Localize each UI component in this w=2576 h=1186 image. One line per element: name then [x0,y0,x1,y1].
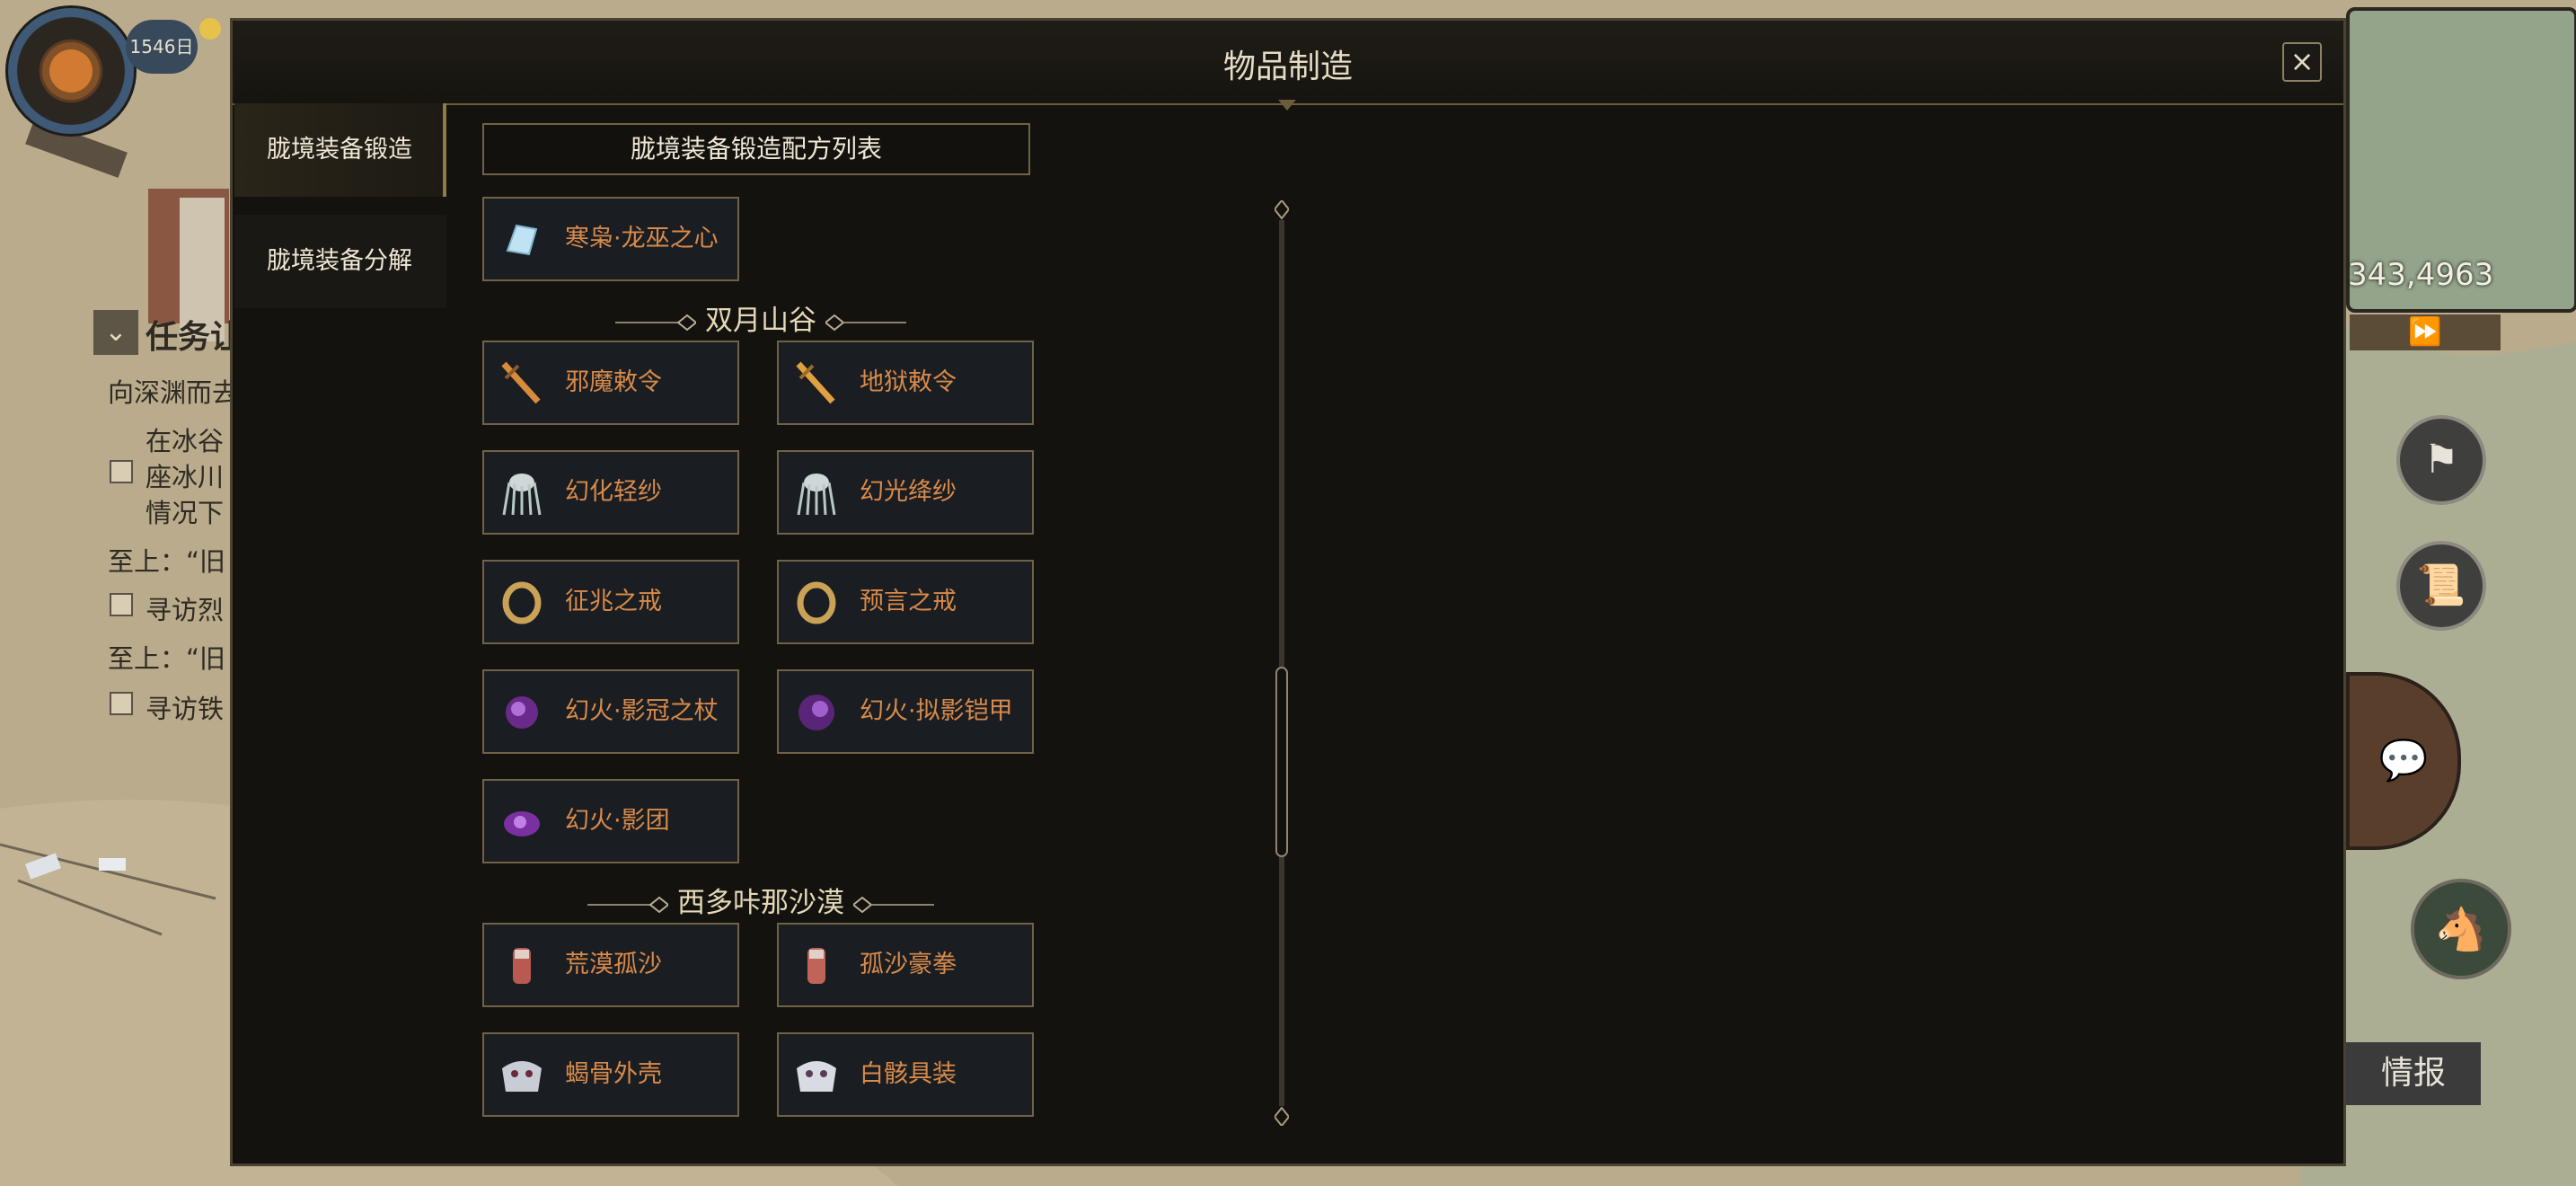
recipe-scrollbar[interactable] [1275,200,1289,1126]
purple-flame-icon [791,687,842,738]
recipe-item[interactable]: 幻化轻纱 [482,450,739,535]
recipe-label: 蝎骨外壳 [565,1060,662,1088]
divider-ornament-icon [851,889,934,921]
quest-line: 至上：“旧 [108,546,226,577]
armor-icon [791,1050,842,1101]
recipe-item[interactable]: 孤沙豪拳 [777,923,1034,1007]
quest-line: 至上：“旧 [108,643,226,674]
crystal-icon [497,215,547,265]
tab-decompose[interactable]: 胧境装备分解 [234,215,446,308]
coordinates-readout: 343,4963 [2348,257,2494,293]
section-name: 双月山谷 [705,305,816,337]
quest-line: 在冰谷 [146,426,225,456]
recipe-item[interactable]: 邪魔敕令 [482,341,739,425]
gauntlet-icon [497,941,547,991]
tab-forge[interactable]: 胧境装备锻造 [234,103,446,197]
quest-checkbox[interactable] [110,692,133,715]
quest-checkbox[interactable] [110,460,133,483]
sun-compass[interactable] [5,5,137,137]
purple-flame-icon [497,797,547,847]
recipe-label: 幻火·拟影铠甲 [860,697,1013,725]
ring-icon [497,578,547,628]
recipe-list[interactable]: 寒枭·龙巫之心 双月山谷 邪魔敕令 地狱敕令 幻化轻纱 幻光绛纱 征兆之戒 预言… [482,197,1039,1129]
divider-ornament-icon [615,306,698,339]
recipe-label: 幻火·影冠之杖 [565,697,719,725]
gold-coin-icon [199,18,221,40]
recipe-item[interactable]: 蝎骨外壳 [482,1032,739,1117]
fast-forward-icon[interactable]: ⏩ [2350,314,2501,350]
quest-line: 座冰川 [146,462,225,492]
recipe-item[interactable]: 幻火·拟影铠甲 [777,669,1034,754]
recipe-item[interactable]: 幻火·影团 [482,779,739,863]
quest-line: 向深渊而去 [108,377,239,408]
recipe-label: 邪魔敕令 [565,368,662,396]
dialog-title: 物品制造 [1222,49,1353,85]
horse-icon[interactable]: 🐴 [2411,879,2511,979]
recipe-label: 预言之戒 [860,588,957,615]
ring-icon [791,578,842,628]
veil-icon [791,468,842,518]
section-header-shuangyue: 双月山谷 [572,297,949,339]
armor-icon [497,1050,547,1101]
intel-button[interactable]: 情报 [2346,1042,2481,1105]
section-header-xiduokana: 西多咔那沙漠 [572,880,949,921]
purple-flame-icon [497,687,547,738]
recipe-label: 地狱敕令 [860,368,957,396]
recipe-item[interactable]: 寒枭·龙巫之心 [482,197,739,281]
section-name: 西多咔那沙漠 [677,887,844,919]
recipe-label: 征兆之戒 [565,588,662,615]
recipe-item[interactable]: 幻火·影冠之杖 [482,669,739,754]
recipe-label: 白骸具装 [860,1060,957,1088]
recipe-item[interactable]: 地狱敕令 [777,341,1034,425]
recipe-label: 寒枭·龙巫之心 [565,225,719,252]
gauntlet-icon [791,941,842,991]
banner-icon[interactable]: ⚑ [2396,415,2486,505]
recipe-item[interactable]: 征兆之戒 [482,560,739,644]
day-counter: 1546日 [126,20,198,74]
quest-line: 情况下 [146,498,225,528]
divider-ornament-icon [824,306,906,339]
close-button[interactable]: × [2282,42,2322,82]
recipe-list-header: 胧境装备锻造配方列表 [482,123,1030,175]
quest-collapse-icon[interactable]: ⌄ [93,310,138,355]
dialog-header: 物品制造 × [233,21,2343,111]
recipe-label: 荒漠孤沙 [565,951,662,978]
sun-icon [49,49,93,93]
recipe-item[interactable]: 荒漠孤沙 [482,923,739,1007]
crafting-dialog: 物品制造 × 胧境装备锻造 胧境装备分解 胧境装备锻造配方列表 寒枭·龙巫之心 … [230,18,2346,1166]
recipe-label: 孤沙豪拳 [860,951,957,978]
recipe-item[interactable]: 白骸具装 [777,1032,1034,1117]
recipe-item[interactable]: 预言之戒 [777,560,1034,644]
recipe-item[interactable]: 幻光绛纱 [777,450,1034,535]
recipe-label: 幻化轻纱 [565,478,662,506]
sword-icon [791,358,842,409]
quest-checkbox[interactable] [110,593,133,616]
scroll-icon[interactable]: 📜 [2396,541,2486,631]
sword-icon [497,358,547,409]
recipe-label: 幻火·影团 [565,807,670,835]
divider-ornament-icon [587,889,670,921]
quest-title: 任务让 [146,319,243,356]
veil-icon [497,468,547,518]
quest-line: 寻访烈 [146,595,225,625]
title-pointer-icon [1278,100,1296,111]
quest-line: 寻访铁 [146,694,225,724]
recipe-label: 幻光绛纱 [860,478,957,506]
